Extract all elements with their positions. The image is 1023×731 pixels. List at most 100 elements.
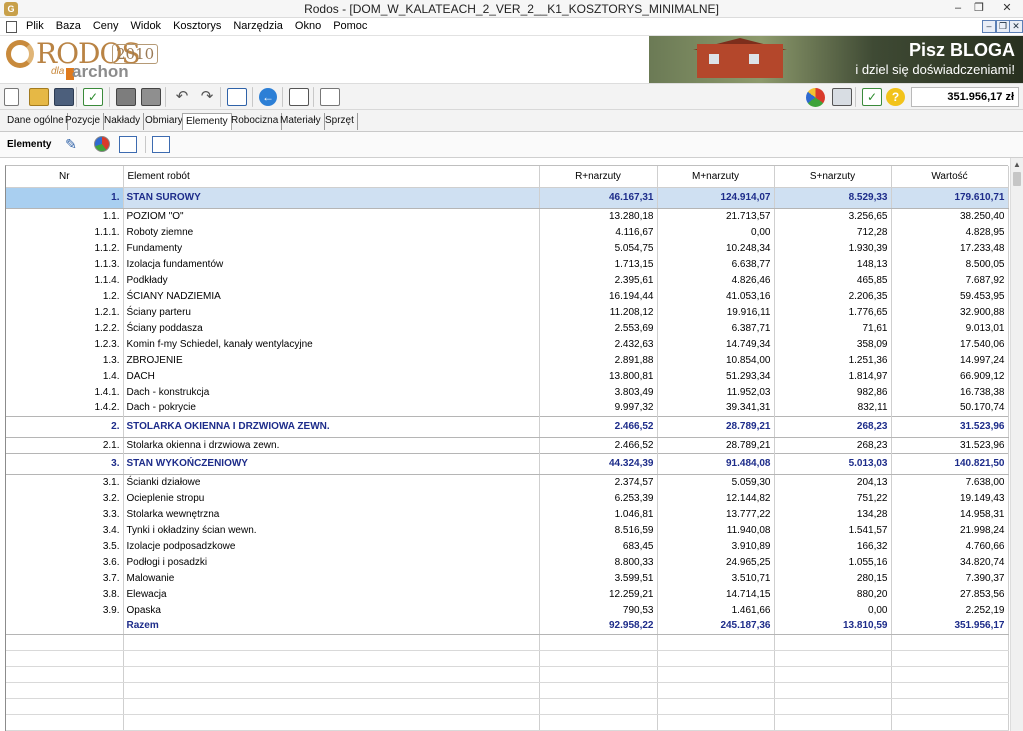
tab-dane-ogolne[interactable]: Dane ogólne [4, 113, 68, 130]
table-row[interactable]: 1.1. POZIOM "O" 13.280,18 21.713,57 3.256,65… [6, 208, 1009, 224]
table-total-row[interactable]: Razem 92.958,22 245.187,36 13.810,59 351.956… [6, 618, 1009, 635]
table-row[interactable]: 2.1. Stolarka okienna i drzwiowa zewn. 2.4… [6, 437, 1009, 453]
tab-naklady[interactable]: Nakłady [101, 113, 145, 130]
redo-icon[interactable]: ↷ [197, 88, 217, 106]
blog-ad-banner[interactable]: Pisz BLOGA i dziel się doświadczeniami! [649, 36, 1023, 83]
calculator-icon[interactable] [832, 88, 852, 106]
table-row[interactable]: 3.1. Ścianki działowe 2.374,57 5.059,30 204,… [6, 474, 1009, 490]
table-row[interactable]: 1.4. DACH 13.800,81 51.293,34 1.814,97 66.909… [6, 368, 1009, 384]
menu-widok[interactable]: Widok [131, 20, 162, 32]
table-row[interactable]: 3.9. Opaska 790,53 1.461,66 0,00 2.252,19 [6, 602, 1009, 618]
table-row[interactable]: 3.7. Malowanie 3.599,51 3.510,71 280,15 7.390… [6, 570, 1009, 586]
table-row[interactable]: 1.2.3. Komin f-my Schiedel, kanały wentyl… [6, 336, 1009, 352]
tab-sprzet[interactable]: Sprzęt [322, 113, 358, 130]
save-icon[interactable] [54, 88, 74, 106]
list-view-icon[interactable] [320, 88, 340, 106]
table-row[interactable]: 1.2.1. Ściany parteru 11.208,12 19.916,11 1.… [6, 304, 1009, 320]
col-header-value[interactable]: Wartość [891, 166, 1009, 188]
empty-cell [6, 714, 124, 731]
menu-okno[interactable]: Okno [295, 20, 321, 32]
row-s: 1.776,65 [774, 304, 892, 320]
chart-icon[interactable] [94, 136, 110, 152]
table-row[interactable]: 1.1.3. Izolacja fundamentów 1.713,15 6.638,… [6, 256, 1009, 272]
col-header-m[interactable]: M+narzuty [657, 166, 775, 188]
row-name: Ścianki działowe [123, 474, 540, 490]
scroll-thumb[interactable] [1013, 172, 1021, 186]
col-header-nr[interactable]: Nr [6, 166, 124, 188]
table-row[interactable]: 1.3. ZBROJENIE 2.891,88 10.854,00 1.251,36 14… [6, 352, 1009, 368]
row-r: 790,53 [539, 602, 658, 618]
edit-pencil-icon[interactable]: ✎ [62, 136, 80, 153]
table-section-row[interactable]: 1. STAN SUROWY 46.167,31 124.914,07 8.529,33… [6, 186, 1009, 209]
table-row[interactable]: 3.4. Tynki i okładziny ścian wewn. 8.516,5… [6, 522, 1009, 538]
table-row[interactable]: 1.4.1. Dach - konstrukcja 3.803,49 11.952,0… [6, 384, 1009, 400]
pie-chart-icon[interactable] [806, 88, 825, 107]
menu-narzedzia[interactable]: Narzędzia [233, 20, 283, 32]
table-row[interactable]: 1.2. ŚCIANY NADZIEMIA 16.194,44 41.053,16 2.… [6, 288, 1009, 304]
child-close-button[interactable]: ✕ [1009, 20, 1023, 33]
table-row[interactable]: 3.8. Elewacja 12.259,21 14.714,15 880,20 27.8… [6, 586, 1009, 602]
table-row[interactable]: 3.5. Izolacje podposadzkowe 683,45 3.910,89… [6, 538, 1009, 554]
print-preview-icon[interactable] [141, 88, 161, 106]
tab-robocizna[interactable]: Robocizna [228, 113, 283, 130]
row-value: 140.821,50 [891, 452, 1009, 475]
col-header-r[interactable]: R+narzuty [539, 166, 658, 188]
table-row[interactable]: 3.6. Podłogi i posadzki 8.800,33 24.965,25 1… [6, 554, 1009, 570]
verify-icon[interactable]: ✓ [862, 88, 882, 106]
child-restore-button[interactable]: ❐ [996, 20, 1010, 33]
print-icon[interactable] [116, 88, 136, 106]
table-row[interactable]: 1.1.4. Podkłady 2.395,61 4.826,46 465,85 7.68… [6, 272, 1009, 288]
empty-cell [891, 682, 1009, 699]
tab-materialy[interactable]: Materiały [277, 113, 325, 130]
tab-pozycje[interactable]: Pozycje [62, 113, 105, 130]
new-document-icon[interactable] [4, 88, 19, 106]
table-row[interactable]: 1.4.2. Dach - pokrycie 9.997,32 39.341,31 83… [6, 400, 1009, 416]
row-s: 712,28 [774, 224, 892, 240]
document-icon[interactable] [6, 21, 17, 33]
table-row[interactable]: 1.1.2. Fundamenty 5.054,75 10.248,34 1.930,3… [6, 240, 1009, 256]
close-button[interactable]: ✕ [994, 0, 1020, 18]
empty-cell [539, 634, 658, 651]
col-header-element[interactable]: Element robót [123, 166, 540, 188]
row-nr: 1.2. [6, 288, 124, 304]
row-value: 351.956,17 [891, 618, 1009, 635]
copy-icon[interactable] [119, 136, 137, 153]
table-row[interactable]: 3.3. Stolarka wewnętrzna 1.046,81 13.777,22… [6, 506, 1009, 522]
table-row[interactable]: 3.2. Ocieplenie stropu 6.253,39 12.144,82 75… [6, 490, 1009, 506]
row-r: 3.599,51 [539, 570, 658, 586]
undo-icon[interactable]: ↶ [172, 88, 192, 106]
col-header-s[interactable]: S+narzuty [774, 166, 892, 188]
scroll-up-icon[interactable]: ▲ [1013, 160, 1021, 169]
check-document-icon[interactable]: ✓ [83, 88, 103, 106]
row-nr [6, 618, 124, 635]
back-arrow-icon[interactable]: ← [259, 88, 277, 106]
table-section-row[interactable]: 3. STAN WYKOŃCZENIOWY 44.324,39 91.484,08 5.… [6, 452, 1009, 475]
menu-plik[interactable]: Plik [26, 20, 44, 32]
table-section-row[interactable]: 2. STOLARKA OKIENNA I DRZWIOWA ZEWN. 2.466… [6, 415, 1009, 438]
vertical-scrollbar[interactable]: ▲ [1010, 158, 1023, 731]
form-icon[interactable] [152, 136, 170, 153]
table-row[interactable]: 1.1.1. Roboty ziemne 4.116,67 0,00 712,28 4.8… [6, 224, 1009, 240]
row-r: 8.800,33 [539, 554, 658, 570]
empty-cell [657, 634, 775, 651]
panel-view-icon[interactable] [227, 88, 247, 106]
help-icon[interactable]: ? [886, 88, 905, 106]
zoom-icon[interactable] [289, 88, 309, 106]
child-minimize-button[interactable]: – [982, 20, 996, 33]
row-value: 34.820,74 [891, 554, 1009, 570]
row-value: 19.149,43 [891, 490, 1009, 506]
toolbar-separator [76, 87, 77, 107]
tab-elementy[interactable]: Elementy [182, 113, 232, 130]
restore-button[interactable]: ❐ [966, 0, 992, 18]
empty-cell [123, 650, 540, 667]
row-s: 832,11 [774, 400, 892, 416]
table-row[interactable]: 1.2.2. Ściany poddasza 2.553,69 6.387,71 71,… [6, 320, 1009, 336]
row-nr: 1.1.2. [6, 240, 124, 256]
menu-kosztorys[interactable]: Kosztorys [173, 20, 221, 32]
tab-obmiary[interactable]: Obmiary [142, 113, 187, 130]
menu-baza[interactable]: Baza [56, 20, 81, 32]
menu-pomoc[interactable]: Pomoc [333, 20, 367, 32]
menu-ceny[interactable]: Ceny [93, 20, 119, 32]
open-folder-icon[interactable] [29, 88, 49, 106]
toolbar-separator [220, 87, 221, 107]
